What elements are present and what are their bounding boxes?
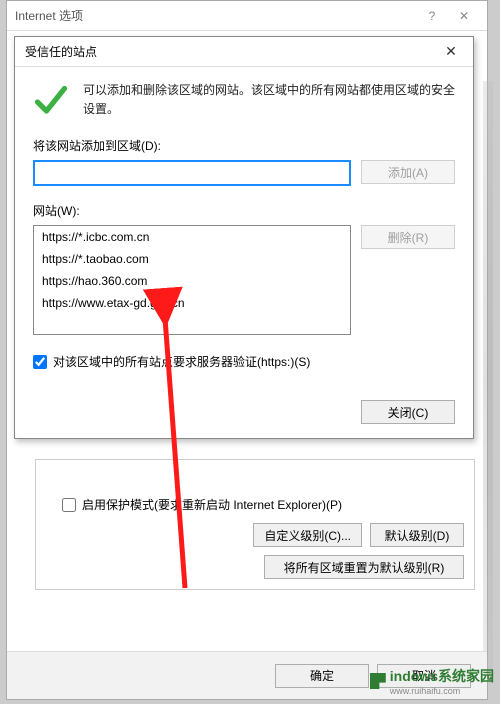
dialog-titlebar: 受信任的站点 ✕ bbox=[15, 37, 473, 67]
dialog-info-row: 可以添加和删除该区域的网站。该区域中的所有网站都使用区域的安全设置。 bbox=[33, 81, 455, 119]
reset-all-button[interactable]: 将所有区域重置为默认级别(R) bbox=[264, 555, 464, 579]
dialog-info-text: 可以添加和删除该区域的网站。该区域中的所有网站都使用区域的安全设置。 bbox=[83, 81, 455, 119]
thumbnail-strip bbox=[483, 81, 493, 681]
add-site-row: 添加(A) bbox=[33, 160, 455, 186]
protect-mode-checkbox[interactable] bbox=[62, 498, 76, 512]
custom-level-button[interactable]: 自定义级别(C)... bbox=[253, 523, 362, 547]
list-item[interactable]: https://www.etax-gd.gov.cn bbox=[34, 292, 350, 314]
checkmark-icon bbox=[33, 81, 69, 117]
close-button[interactable]: 关闭(C) bbox=[361, 400, 455, 424]
level-buttons-row: 自定义级别(C)... 默认级别(D) bbox=[46, 523, 464, 547]
parent-window-title: Internet 选项 bbox=[15, 7, 417, 24]
close-icon[interactable]: ✕ bbox=[449, 5, 479, 27]
reset-row: 将所有区域重置为默认级别(R) bbox=[46, 555, 464, 579]
trusted-sites-dialog: 受信任的站点 ✕ 可以添加和删除该区域的网站。该区域中的所有网站都使用区域的安全… bbox=[14, 36, 474, 439]
add-site-label: 将该网站添加到区域(D): bbox=[33, 137, 455, 154]
list-item[interactable]: https://*.taobao.com bbox=[34, 248, 350, 270]
sites-list-row: https://*.icbc.com.cn https://*.taobao.c… bbox=[33, 225, 455, 335]
dialog-bottom-row: 关闭(C) bbox=[33, 392, 455, 424]
sites-list-label: 网站(W): bbox=[33, 202, 455, 219]
windows-flag-icon bbox=[370, 673, 386, 689]
dialog-title: 受信任的站点 bbox=[25, 43, 439, 60]
https-verify-row: 对该区域中的所有站点要求服务器验证(https:)(S) bbox=[33, 353, 455, 370]
list-item[interactable]: https://hao.360.com bbox=[34, 270, 350, 292]
add-button[interactable]: 添加(A) bbox=[361, 160, 455, 184]
protect-mode-row: 启用保护模式(要求重新启动 Internet Explorer)(P) bbox=[62, 496, 464, 513]
help-icon[interactable]: ? bbox=[417, 5, 447, 27]
dialog-close-icon[interactable]: ✕ bbox=[439, 40, 463, 64]
watermark-url: www.ruihaifu.com bbox=[390, 686, 494, 696]
security-level-group: 启用保护模式(要求重新启动 Internet Explorer)(P) 自定义级… bbox=[35, 459, 475, 590]
default-level-button[interactable]: 默认级别(D) bbox=[370, 523, 464, 547]
watermark-brand: indows系统家园 bbox=[390, 668, 494, 684]
dialog-body: 可以添加和删除该区域的网站。该区域中的所有网站都使用区域的安全设置。 将该网站添… bbox=[15, 67, 473, 438]
list-item[interactable]: https://*.icbc.com.cn bbox=[34, 226, 350, 248]
add-site-input[interactable] bbox=[33, 160, 351, 186]
window-buttons: ? ✕ bbox=[417, 5, 479, 27]
protect-mode-label: 启用保护模式(要求重新启动 Internet Explorer)(P) bbox=[82, 496, 342, 513]
sites-listbox[interactable]: https://*.icbc.com.cn https://*.taobao.c… bbox=[33, 225, 351, 335]
parent-titlebar: Internet 选项 ? ✕ bbox=[7, 1, 487, 31]
ok-button[interactable]: 确定 bbox=[275, 664, 369, 688]
https-verify-label: 对该区域中的所有站点要求服务器验证(https:)(S) bbox=[53, 353, 310, 370]
watermark: indows系统家园 www.ruihaifu.com bbox=[370, 666, 494, 696]
remove-button[interactable]: 删除(R) bbox=[361, 225, 455, 249]
https-verify-checkbox[interactable] bbox=[33, 355, 47, 369]
